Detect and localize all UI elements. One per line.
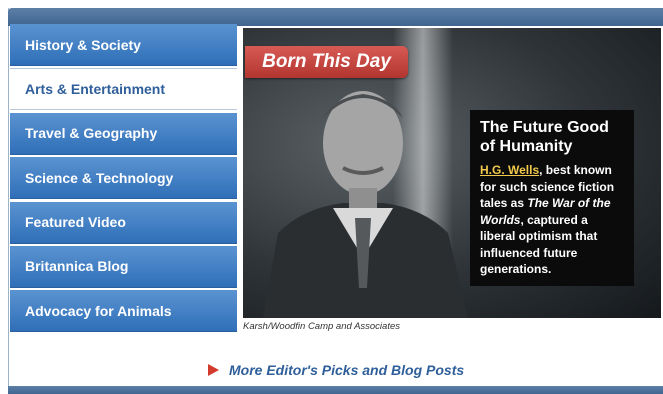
banner-label: Born This Day [262,51,391,72]
sidebar-item-featured-video[interactable]: Featured Video [10,201,237,244]
sidebar-item-label: Science & Technology [25,169,174,186]
sidebar-nav: History & Society Arts & Entertainment T… [10,24,237,335]
sidebar-item-arts-entertainment[interactable]: Arts & Entertainment [10,68,237,111]
bottom-bar [8,386,663,394]
sidebar-item-history-society[interactable]: History & Society [10,24,237,66]
caption-body: H.G. Wells, best known for such science … [480,162,624,278]
photo-credit: Karsh/Woodfin Camp and Associates [243,321,401,332]
caption-title: The Future Good of Humanity [480,119,609,155]
sidebar-item-britannica-blog[interactable]: Britannica Blog [10,245,237,288]
portrait-image [263,91,468,318]
sidebar-item-travel-geography[interactable]: Travel & Geography [10,112,237,155]
sidebar-item-label: Featured Video [25,214,126,231]
more-editors-picks-link[interactable]: More Editor's Picks and Blog Posts [208,362,464,378]
born-this-day-banner: Born This Day [245,46,408,78]
feature-panel[interactable]: Born This Day The Future Good of Humanit… [243,28,661,318]
hg-wells-link[interactable]: H.G. Wells [480,163,539,177]
sidebar-item-label: Britannica Blog [25,258,129,275]
sidebar-item-advocacy-for-animals[interactable]: Advocacy for Animals [10,290,237,333]
sidebar-item-science-technology[interactable]: Science & Technology [10,157,237,200]
more-link-label: More Editor's Picks and Blog Posts [229,362,465,378]
caption-box: The Future Good of Humanity H.G. Wells, … [470,110,634,286]
sidebar-item-label: Arts & Entertainment [25,81,166,98]
sidebar-item-label: Travel & Geography [25,125,158,142]
triangle-right-icon [208,364,219,376]
sidebar-item-label: History & Society [25,36,141,53]
sidebar-item-label: Advocacy for Animals [25,302,172,319]
